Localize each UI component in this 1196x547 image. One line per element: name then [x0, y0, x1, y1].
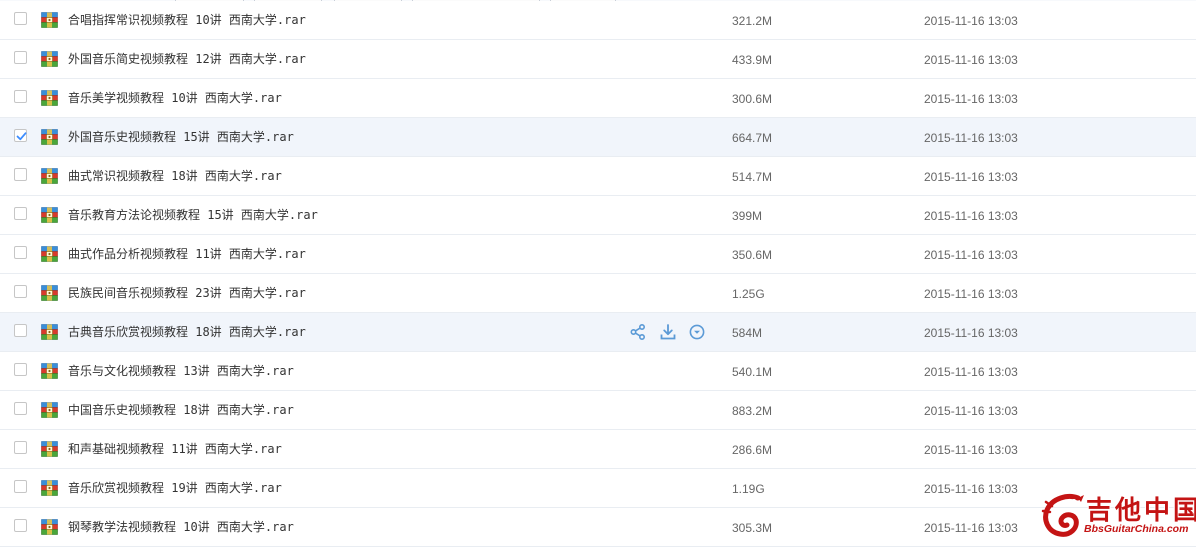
watermark-title: 吉他中国	[1086, 496, 1196, 526]
row-checkbox[interactable]	[14, 12, 27, 25]
file-size: 321.2M	[732, 14, 773, 28]
guitar-dragon-logo-icon	[1041, 494, 1084, 537]
file-size: 300.6M	[732, 92, 773, 106]
file-name[interactable]: 音乐与文化视频教程 13讲 西南大学.rar	[68, 363, 294, 379]
file-row[interactable]: 曲式作品分析视频教程 11讲 西南大学.rar 350.6M 2015-11-1…	[0, 235, 1196, 274]
rar-archive-icon	[41, 12, 58, 28]
file-size: 540.1M	[732, 365, 773, 379]
row-checkbox[interactable]	[14, 324, 27, 337]
row-checkbox[interactable]	[14, 402, 27, 415]
file-name[interactable]: 外国音乐史视频教程 15讲 西南大学.rar	[68, 129, 294, 145]
row-checkbox[interactable]	[14, 285, 27, 298]
file-name[interactable]: 曲式作品分析视频教程 11讲 西南大学.rar	[68, 246, 306, 262]
file-size: 433.9M	[732, 53, 773, 67]
file-size: 514.7M	[732, 170, 773, 184]
checkmark-icon	[16, 132, 27, 141]
file-row[interactable]: 外国音乐史视频教程 15讲 西南大学.rar 664.7M 2015-11-16…	[0, 118, 1196, 157]
row-checkbox[interactable]	[14, 363, 27, 376]
modified-date: 2015-11-16 13:03	[924, 131, 1018, 145]
file-row[interactable]: 外国音乐简史视频教程 12讲 西南大学.rar 433.9M 2015-11-1…	[0, 40, 1196, 79]
file-size: 584M	[732, 326, 763, 340]
file-name[interactable]: 钢琴教学法视频教程 10讲 西南大学.rar	[68, 519, 294, 535]
file-name[interactable]: 音乐欣赏视频教程 19讲 西南大学.rar	[68, 480, 282, 496]
file-row[interactable]: 和声基础视频教程 11讲 西南大学.rar 286.6M 2015-11-16 …	[0, 430, 1196, 469]
file-name[interactable]: 合唱指挥常识视频教程 10讲 西南大学.rar	[68, 12, 306, 28]
row-checkbox[interactable]	[14, 129, 27, 142]
rar-archive-icon	[41, 324, 58, 340]
file-row[interactable]: 钢琴教学法视频教程 10讲 西南大学.rar 305.3M 2015-11-16…	[0, 508, 1196, 547]
rar-archive-icon	[41, 246, 58, 262]
file-row[interactable]: 音乐教育方法论视频教程 15讲 西南大学.rar 399M 2015-11-16…	[0, 196, 1196, 235]
file-name[interactable]: 古典音乐欣赏视频教程 18讲 西南大学.rar	[68, 324, 306, 340]
share-icon[interactable]	[629, 323, 647, 341]
row-checkbox[interactable]	[14, 519, 27, 532]
file-size: 305.3M	[732, 521, 773, 535]
chevron-down-circle-icon[interactable]	[688, 323, 706, 341]
modified-date: 2015-11-16 13:03	[924, 326, 1018, 340]
rar-archive-icon	[41, 207, 58, 223]
rar-archive-icon	[41, 285, 58, 301]
row-checkbox[interactable]	[14, 207, 27, 220]
rar-archive-icon	[41, 402, 58, 418]
rar-archive-icon	[41, 519, 58, 535]
rar-archive-icon	[41, 129, 58, 145]
file-size: 883.2M	[732, 404, 773, 418]
file-row[interactable]: 音乐欣赏视频教程 19讲 西南大学.rar 1.19G 2015-11-16 1…	[0, 469, 1196, 508]
file-row[interactable]: 古典音乐欣赏视频教程 18讲 西南大学.rar 584M 2015-11-16 …	[0, 313, 1196, 352]
watermark: 吉他中国 BbsGuitarChina.com	[1040, 490, 1196, 540]
file-row[interactable]: 曲式常识视频教程 18讲 西南大学.rar 514.7M 2015-11-16 …	[0, 157, 1196, 196]
modified-date: 2015-11-16 13:03	[924, 404, 1018, 418]
rar-archive-icon	[41, 90, 58, 106]
file-size: 399M	[732, 209, 763, 223]
row-checkbox[interactable]	[14, 90, 27, 103]
row-checkbox[interactable]	[14, 441, 27, 454]
modified-date: 2015-11-16 13:03	[924, 14, 1018, 28]
modified-date: 2015-11-16 13:03	[924, 287, 1018, 301]
modified-date: 2015-11-16 13:03	[924, 53, 1018, 67]
file-size: 1.19G	[732, 482, 765, 496]
file-name[interactable]: 和声基础视频教程 11讲 西南大学.rar	[68, 441, 282, 457]
rar-archive-icon	[41, 51, 58, 67]
file-name[interactable]: 外国音乐简史视频教程 12讲 西南大学.rar	[68, 51, 306, 67]
file-size: 286.6M	[732, 443, 773, 457]
file-name[interactable]: 音乐美学视频教程 10讲 西南大学.rar	[68, 90, 282, 106]
file-list: 合唱指挥常识视频教程 10讲 西南大学.rar 321.2M 2015-11-1…	[0, 1, 1196, 547]
modified-date: 2015-11-16 13:03	[924, 443, 1018, 457]
row-checkbox[interactable]	[14, 168, 27, 181]
modified-date: 2015-11-16 13:03	[924, 365, 1018, 379]
modified-date: 2015-11-16 13:03	[924, 209, 1018, 223]
file-row[interactable]: 音乐美学视频教程 10讲 西南大学.rar 300.6M 2015-11-16 …	[0, 79, 1196, 118]
file-row[interactable]: 民族民间音乐视频教程 23讲 西南大学.rar 1.25G 2015-11-16…	[0, 274, 1196, 313]
modified-date: 2015-11-16 13:03	[924, 92, 1018, 106]
download-icon[interactable]	[659, 323, 677, 341]
file-name[interactable]: 音乐教育方法论视频教程 15讲 西南大学.rar	[68, 207, 318, 223]
file-name[interactable]: 中国音乐史视频教程 18讲 西南大学.rar	[68, 402, 294, 418]
watermark-subtitle: BbsGuitarChina.com	[1084, 523, 1189, 535]
file-size: 664.7M	[732, 131, 773, 145]
file-name[interactable]: 民族民间音乐视频教程 23讲 西南大学.rar	[68, 285, 306, 301]
modified-date: 2015-11-16 13:03	[924, 248, 1018, 262]
modified-date: 2015-11-16 13:03	[924, 482, 1018, 496]
file-name[interactable]: 曲式常识视频教程 18讲 西南大学.rar	[68, 168, 282, 184]
rar-archive-icon	[41, 480, 58, 496]
file-row[interactable]: 合唱指挥常识视频教程 10讲 西南大学.rar 321.2M 2015-11-1…	[0, 1, 1196, 40]
rar-archive-icon	[41, 441, 58, 457]
file-row[interactable]: 中国音乐史视频教程 18讲 西南大学.rar 883.2M 2015-11-16…	[0, 391, 1196, 430]
rar-archive-icon	[41, 363, 58, 379]
modified-date: 2015-11-16 13:03	[924, 521, 1018, 535]
row-checkbox[interactable]	[14, 246, 27, 259]
row-checkbox[interactable]	[14, 51, 27, 64]
modified-date: 2015-11-16 13:03	[924, 170, 1018, 184]
rar-archive-icon	[41, 168, 58, 184]
file-row[interactable]: 音乐与文化视频教程 13讲 西南大学.rar 540.1M 2015-11-16…	[0, 352, 1196, 391]
row-checkbox[interactable]	[14, 480, 27, 493]
file-size: 1.25G	[732, 287, 765, 301]
file-size: 350.6M	[732, 248, 773, 262]
